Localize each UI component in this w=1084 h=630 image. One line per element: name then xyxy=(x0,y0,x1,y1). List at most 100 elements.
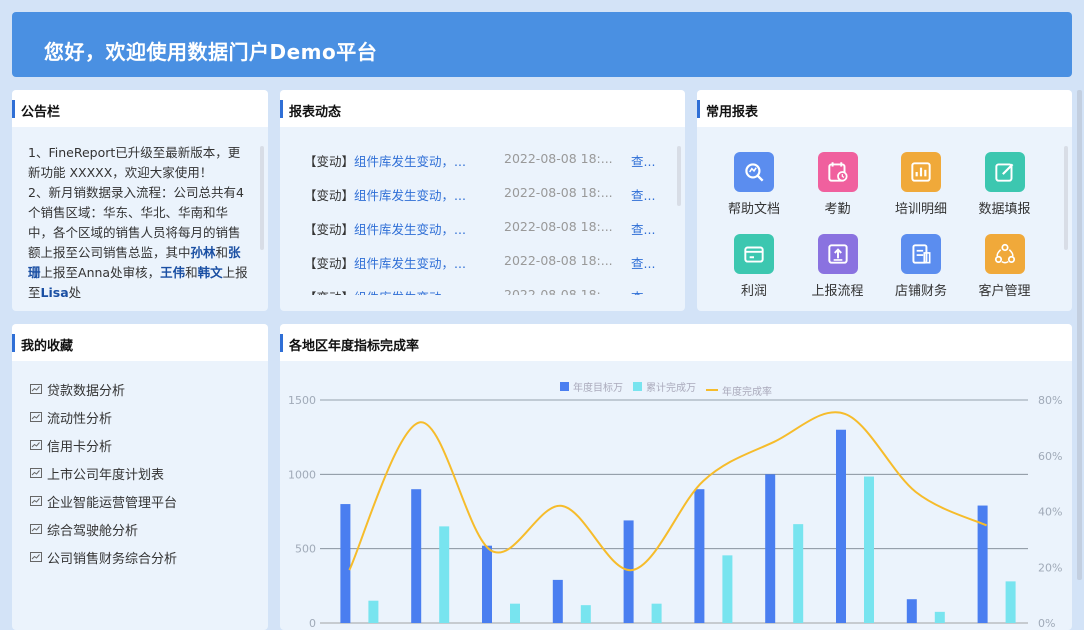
report-link[interactable]: 组件库发生变动，... xyxy=(354,290,466,295)
favorite-label: 综合驾驶舱分析 xyxy=(47,523,139,539)
common-report-1[interactable]: 帮助文档 xyxy=(714,152,794,217)
bar-cumulative-completed xyxy=(722,555,733,623)
favorites-panel: 我的收藏 贷款数据分析流动性分析信用卡分析上市公司年度计划表企业智能运营管理平台… xyxy=(12,324,268,630)
common-report-6[interactable]: 上报流程 xyxy=(798,234,878,299)
bar-cumulative-completed xyxy=(934,611,945,623)
report-item[interactable]: 【变动】组件库发生变动，... 2022-08-08 18:... 查... xyxy=(304,185,655,205)
bar-chart-icon xyxy=(901,152,941,192)
y-left-tick-label: 1000 xyxy=(288,468,316,481)
report-view-link[interactable]: 查... xyxy=(631,151,655,170)
report-link[interactable]: 组件库发生变动，... xyxy=(354,188,466,203)
notice-name-wangwei: 王伟 xyxy=(160,265,186,280)
header-accent xyxy=(12,334,15,352)
bar-cumulative-completed xyxy=(793,524,804,623)
header-accent xyxy=(12,100,15,118)
page-scrollbar[interactable] xyxy=(1077,90,1082,580)
bar-cumulative-completed xyxy=(864,476,874,623)
favorites-title: 我的收藏 xyxy=(21,339,74,354)
favorite-item[interactable]: 上市公司年度计划表 xyxy=(30,463,164,483)
favorite-label: 信用卡分析 xyxy=(47,439,113,455)
notice-name-hanwen: 韩文 xyxy=(197,265,223,280)
report-view-link[interactable]: 查... xyxy=(631,219,655,238)
report-date: 2022-08-08 18:... xyxy=(504,151,613,166)
header-accent xyxy=(697,100,700,118)
report-date: 2022-08-08 18:... xyxy=(504,287,613,295)
y-right-tick-label: 0% xyxy=(1038,617,1055,630)
common-report-2[interactable]: 考勤 xyxy=(798,152,878,217)
bar-annual-target xyxy=(836,429,846,623)
common-report-label: 利润 xyxy=(740,284,767,299)
report-chart-icon xyxy=(30,412,42,422)
favorite-item[interactable]: 信用卡分析 xyxy=(30,435,112,455)
bar-annual-target xyxy=(482,545,492,623)
y-left-tick-label: 500 xyxy=(295,543,316,556)
common-report-3[interactable]: 培训明细 xyxy=(881,152,961,217)
bar-cumulative-completed xyxy=(510,603,520,623)
report-view-link[interactable]: 查... xyxy=(631,185,655,204)
report-tag: 【变动】 xyxy=(304,256,355,271)
common-report-label: 帮助文档 xyxy=(727,202,780,217)
report-tag: 【变动】 xyxy=(304,188,355,203)
favorite-item[interactable]: 流动性分析 xyxy=(30,407,112,427)
bar-cumulative-completed xyxy=(651,603,662,623)
report-link[interactable]: 组件库发生变动，... xyxy=(354,256,466,271)
common-report-label: 数据填报 xyxy=(978,202,1031,217)
common-report-label: 客户管理 xyxy=(978,284,1031,299)
report-chart-icon xyxy=(30,468,42,478)
report-item[interactable]: 【变动】组件库发生变动，... 2022-08-08 18:... 查... xyxy=(304,151,655,171)
report-link[interactable]: 组件库发生变动，... xyxy=(354,222,466,237)
common-report-4[interactable]: 数据填报 xyxy=(965,152,1045,217)
report-chart-icon xyxy=(30,440,42,450)
notice-name-lisa: Lisa xyxy=(40,285,69,300)
report-date: 2022-08-08 18:... xyxy=(504,219,613,234)
report-item[interactable]: 【变动】组件库发生变动，... 2022-08-08 18:... 查... xyxy=(304,253,655,273)
common-report-label: 上报流程 xyxy=(811,284,864,299)
y-right-tick-label: 80% xyxy=(1038,394,1062,407)
favorite-label: 企业智能运营管理平台 xyxy=(47,495,178,511)
common-scrollbar[interactable] xyxy=(1064,146,1068,250)
favorite-item[interactable]: 贷款数据分析 xyxy=(30,379,125,399)
calendar-clock-icon xyxy=(817,152,858,192)
notice-header: 公告栏 xyxy=(12,90,268,127)
report-updates-panel: 报表动态 【变动】组件库发生变动，... 2022-08-08 18:... 查..… xyxy=(280,90,685,311)
bar-annual-target xyxy=(340,504,351,623)
common-report-5[interactable]: 利润 xyxy=(714,234,794,299)
favorite-label: 公司销售财务综合分析 xyxy=(47,551,178,567)
report-date: 2022-08-08 18:... xyxy=(504,253,613,268)
report-chart-icon xyxy=(30,524,42,534)
favorites-header: 我的收藏 xyxy=(12,324,268,361)
document-icon xyxy=(901,234,941,274)
common-report-label: 店铺财务 xyxy=(894,284,947,299)
report-link[interactable]: 组件库发生变动，... xyxy=(354,154,466,169)
common-report-label: 考勤 xyxy=(824,202,851,217)
notice-title: 公告栏 xyxy=(21,105,61,120)
common-report-8[interactable]: 客户管理 xyxy=(965,234,1045,299)
network-icon xyxy=(984,234,1025,274)
notice-scrollbar[interactable] xyxy=(260,146,264,250)
report-date: 2022-08-08 18:... xyxy=(504,185,613,200)
favorite-label: 流动性分析 xyxy=(47,411,113,427)
favorite-item[interactable]: 综合驾驶舱分析 xyxy=(30,519,138,539)
y-left-tick-label: 0 xyxy=(309,617,316,630)
report-tag: 【变动】 xyxy=(304,290,354,295)
y-left-tick-label: 1500 xyxy=(288,394,316,407)
report-view-link[interactable]: 查... xyxy=(631,287,655,295)
report-chart-icon xyxy=(30,496,42,506)
notice-name-sunlin: 孙林 xyxy=(190,245,216,260)
report-item[interactable]: 【变动】组件库发生变动，... 2022-08-08 18:... 查... xyxy=(304,219,655,239)
common-report-7[interactable]: 店铺财务 xyxy=(881,234,961,299)
favorite-item[interactable]: 企业智能运营管理平台 xyxy=(30,491,177,511)
bar-cumulative-completed xyxy=(368,600,379,623)
notice-and: 和 xyxy=(185,265,198,280)
y-right-tick-label: 60% xyxy=(1038,450,1062,463)
report-item[interactable]: 【变动】组件库发生变动，... 2022-08-08 18:... 查... xyxy=(304,287,655,295)
notice-and: 和 xyxy=(215,245,229,260)
favorite-item[interactable]: 公司销售财务综合分析 xyxy=(30,547,177,567)
notice-line-1: 1、FineReport已升级至最新版本，更新功能 XXXXX，欢迎大家使用！ xyxy=(28,145,241,180)
report-view-link[interactable]: 查... xyxy=(631,253,655,272)
notice-line-2b: 上报至Anna处审核， xyxy=(40,265,161,280)
common-title: 常用报表 xyxy=(706,105,759,120)
bar-cumulative-completed xyxy=(439,526,450,623)
reports-scrollbar[interactable] xyxy=(677,146,681,206)
bar-annual-target xyxy=(694,489,705,623)
